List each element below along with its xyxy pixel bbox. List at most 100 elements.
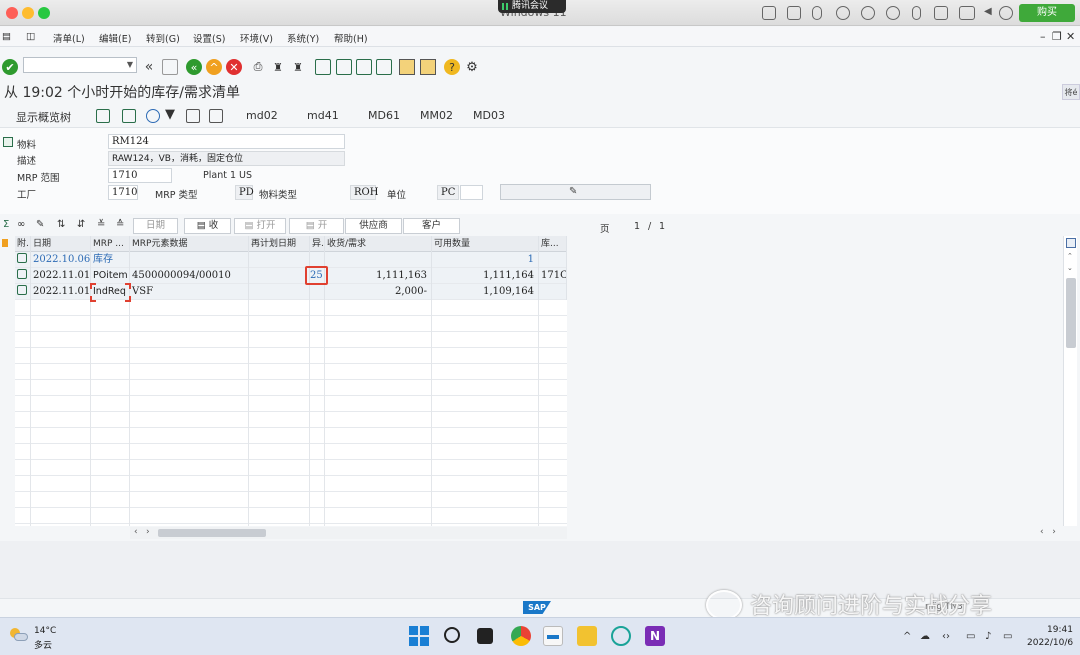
collapse-icon[interactable]: ≚ [97,219,105,233]
vendor-button[interactable]: 供应商 [345,218,402,234]
qty-cell[interactable] [325,252,432,268]
microphone-icon[interactable] [912,6,921,20]
clock-date[interactable]: 2022/10/6 [1027,638,1073,648]
menu-environment[interactable]: 环境(V) [240,31,273,45]
double-left-icon[interactable]: « [141,59,157,75]
mrp-data-cell[interactable]: 4500000094/00010 [130,268,249,284]
new-session-icon[interactable] [399,59,415,75]
menu-system[interactable]: 系统(Y) [287,31,319,45]
side-tab[interactable]: 将é [1062,84,1080,100]
mrp-data-cell[interactable] [130,252,249,268]
exit-icon[interactable]: ^ [206,59,222,75]
right-horizontal-scroll[interactable]: ‹ › [1040,527,1062,539]
clock-time[interactable]: 19:41 [1047,625,1073,635]
table-row[interactable]: 2022.11.01 POitem 4500000094/00010 25 1,… [15,268,567,284]
minimize-window-button[interactable] [22,7,34,19]
sort-asc-icon[interactable]: ⇅ [57,219,65,233]
col-header-attach[interactable]: 附. [15,236,31,252]
md03-button[interactable]: MD03 [473,109,505,122]
customer-button[interactable]: 客户 [403,218,460,234]
help-icon[interactable]: ? [444,59,460,75]
overview-tree-button[interactable]: 显示概览树 [16,109,71,125]
find-next-icon[interactable]: ♜ [290,59,306,75]
col-header-date[interactable]: 日期 [31,236,91,252]
battery-icon[interactable]: ▭ [1003,631,1012,642]
task-view-icon[interactable] [477,628,493,644]
search-icon[interactable] [444,627,460,643]
weather-icon[interactable] [10,628,28,642]
drive-icon[interactable] [934,6,948,20]
globe-icon[interactable] [861,6,875,20]
file-explorer-icon[interactable] [577,626,597,646]
sort-desc-icon[interactable]: ⇵ [77,219,85,233]
magnifier-icon[interactable] [611,626,631,646]
scroll-left-icon[interactable]: ‹ [134,527,138,537]
usb-icon[interactable] [812,6,822,20]
menu-list[interactable]: 清单(L) [53,31,85,45]
qty-cell[interactable]: 1,111,163 [325,268,432,284]
available-cell[interactable]: 1 [432,252,539,268]
table-row[interactable]: 2022.11.01 IndReq VSF 2,000- 1,109,164 [15,284,567,300]
mm02-button[interactable]: MM02 [420,109,453,122]
material-detail-button[interactable]: ✎ [500,184,651,200]
col-header-mrp-data[interactable]: MRP元素数据 [130,236,249,252]
no-sign-icon[interactable] [836,6,850,20]
scroll-thumb[interactable] [1066,278,1076,348]
scroll-right-icon[interactable]: › [146,527,150,537]
back-icon[interactable]: « [186,59,202,75]
scroll-right-icon[interactable]: › [1052,527,1056,537]
minimize-icon[interactable]: – [1040,30,1046,43]
chip-icon[interactable] [787,6,801,20]
reschedule-cell[interactable] [249,268,310,284]
meeting-indicator[interactable]: 腾讯会议 [498,0,566,13]
zoom-window-button[interactable] [38,7,50,19]
cloud-icon[interactable]: ☁ [920,631,930,642]
md61-button[interactable]: MD61 [368,109,400,122]
date-cell[interactable]: 2022.11.01 [31,284,91,300]
reschedule-cell[interactable] [249,284,310,300]
customize-icon[interactable]: ⚙ [464,59,480,75]
element-icon[interactable] [122,109,136,123]
chrome-icon[interactable] [511,626,531,646]
mrp-area-field[interactable]: 1710 [108,168,172,183]
stamp-icon[interactable] [209,109,223,123]
menu-settings[interactable]: 设置(S) [193,31,225,45]
horizontal-scrollbar[interactable]: ‹ › [130,527,567,539]
layout-icon[interactable]: ◫ [26,31,35,42]
md41-button[interactable]: md41 [307,109,339,122]
volume-icon[interactable]: ♪ [985,631,991,642]
scroll-left-icon[interactable]: ‹ [1040,527,1044,537]
col-header-reschedule[interactable]: 再计划日期 [249,236,310,252]
onenote-icon[interactable]: N [645,626,665,646]
exception-cell[interactable] [310,284,325,300]
shortcut-icon[interactable] [420,59,436,75]
storage-cell[interactable] [539,284,567,300]
first-page-icon[interactable] [315,59,331,75]
mrp-cell[interactable]: POitem [91,268,130,284]
close-window-button[interactable] [6,7,18,19]
table-row[interactable]: 2022.10.06 库存 1 [15,252,567,268]
prev-page-icon[interactable] [336,59,352,75]
date-button[interactable]: 日期 [133,218,178,234]
col-header-storage[interactable]: 库... [539,236,567,252]
pencil-icon[interactable]: ✎ [36,219,44,233]
detail-icon[interactable] [186,109,200,123]
input-method-icon[interactable]: ‹› [942,631,950,642]
date-cell[interactable]: 2022.11.01 [31,268,91,284]
mrp-data-cell[interactable]: VSF [130,284,249,300]
camera-icon[interactable] [959,6,975,20]
refresh-icon[interactable] [146,109,160,123]
plant-field[interactable]: 1710 [108,185,138,200]
command-field[interactable]: ▼ [23,57,137,73]
display-icon[interactable]: ▭ [966,631,975,642]
restore-icon[interactable]: ❐ [1052,30,1062,43]
scroll-down-icon[interactable]: ⌄ [1067,264,1073,272]
menu-icon[interactable]: ▤ [2,31,11,42]
keyboard-icon[interactable] [762,6,776,20]
col-header-qty[interactable]: 收货/需求 [325,236,432,252]
date-cell[interactable]: 2022.10.06 [31,252,91,268]
menu-edit[interactable]: 编辑(E) [99,31,131,45]
material-field[interactable]: RM124 [108,134,345,149]
glasses-icon[interactable]: ∞ [17,219,25,233]
receipt-button[interactable]: ▤ 收 [184,218,231,234]
